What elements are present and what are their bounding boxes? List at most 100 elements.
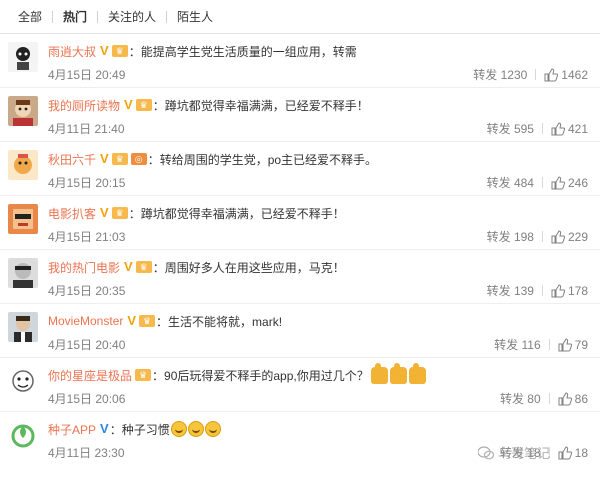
like-count: 18 [574, 445, 588, 460]
laughing-emoji-icon [170, 421, 187, 437]
comment-text: 种子习惯 [121, 422, 170, 437]
colon-separator: ： [156, 314, 169, 329]
thumbs-up-icon [551, 283, 565, 297]
watermark: 鸟哥笔记 [478, 443, 550, 462]
repost-button[interactable]: 转发 116 [494, 336, 540, 353]
comment-timestamp: 4月15日 20:15 [48, 176, 126, 190]
avatar[interactable] [8, 42, 38, 72]
colon-separator: ： [128, 206, 141, 221]
avatar[interactable] [8, 96, 38, 126]
thumbs-up-icon [558, 337, 572, 351]
like-button[interactable]: 229 [551, 230, 588, 244]
thumbs-up-emoji-icon [389, 362, 407, 384]
like-button[interactable]: 18 [558, 446, 588, 460]
comment-text: 能提高学生党生活质量的一组应用，转需 [140, 44, 357, 59]
tab-following[interactable]: 关注的人 [98, 8, 166, 25]
avatar[interactable] [8, 312, 38, 342]
tab-strangers[interactable]: 陌生人 [167, 8, 223, 25]
verified-v-icon: V [100, 421, 109, 436]
username-link[interactable]: 我的热门电影 [48, 259, 120, 276]
like-count: 178 [567, 283, 588, 298]
thumbs-up-emoji-icon [370, 362, 388, 384]
colon-separator: ： [152, 368, 165, 383]
like-button[interactable]: 246 [551, 176, 588, 190]
thumbs-up-emoji-icon [408, 362, 426, 384]
thumbs-up-icon [551, 229, 565, 243]
verified-v-icon: V [124, 97, 133, 112]
action-divider [541, 123, 543, 134]
repost-button[interactable]: 转发 198 [487, 228, 534, 245]
comment-item: 电影扒客 V ♛ ： 蹲坑都觉得幸福满满，已经爱不释手！ 4月15日 21:03… [0, 198, 600, 250]
username-link[interactable]: MovieMonster [48, 314, 123, 328]
tab-hot[interactable]: 热门 [53, 8, 97, 25]
repost-button[interactable]: 转发 1230 [473, 66, 527, 83]
tab-all[interactable]: 全部 [8, 8, 52, 25]
avatar[interactable] [8, 150, 38, 180]
comment-text: 转给周围的学生党，po主已经爱不释手。 [159, 152, 378, 167]
repost-button[interactable]: 转发 595 [487, 120, 534, 137]
repost-button[interactable]: 转发 139 [487, 282, 534, 299]
comment-item: 雨逍大叔 V ♛ ： 能提高学生党生活质量的一组应用，转需 4月15日 20:4… [0, 36, 600, 88]
verified-v-icon: V [127, 313, 137, 328]
like-count: 1462 [561, 67, 588, 82]
comment-item: 你的星座是极品 ♛ ： 90后玩得爱不释手的app,你用过几个？ 4月15日 2… [0, 360, 600, 412]
thumbs-up-icon [551, 121, 565, 135]
comment-item: 我的热门电影 V ♛ ： 周围好多人在用这些应用，马克！ 4月15日 20:35… [0, 252, 600, 304]
comment-text: 生活不能将就，mark! [168, 314, 283, 329]
colon-separator: ： [147, 152, 160, 167]
like-button[interactable]: 421 [551, 122, 588, 136]
comment-item: 秋田六千 V ♛ ◎ ： 转给周围的学生党，po主已经爱不释手。 4月15日 2… [0, 144, 600, 196]
thumbs-up-icon [558, 391, 572, 405]
avatar[interactable] [8, 420, 38, 450]
repost-button[interactable]: 转发 484 [487, 174, 534, 191]
like-button[interactable]: 86 [558, 392, 588, 406]
comment-timestamp: 4月15日 20:06 [48, 392, 126, 406]
username-link[interactable]: 我的厕所读物 [48, 97, 120, 114]
comment-timestamp: 4月15日 20:35 [48, 284, 126, 298]
like-button[interactable]: 178 [551, 284, 588, 298]
like-count: 86 [574, 391, 588, 406]
fan-badge-icon: ◎ [130, 153, 147, 165]
username-link[interactable]: 电影扒客 [48, 205, 96, 222]
avatar[interactable] [8, 258, 38, 288]
comment-item: 我的厕所读物 V ♛ ： 蹲坑都觉得幸福满满，已经爱不释手！ 4月11日 21:… [0, 90, 600, 142]
watermark-text: 鸟哥笔记 [498, 446, 551, 461]
colon-separator: ： [128, 44, 141, 59]
action-divider [548, 393, 550, 404]
comment-timestamp: 4月15日 20:40 [48, 338, 126, 352]
comment-text: 90后玩得爱不释手的app,你用过几个？ [164, 368, 369, 383]
wechat-icon [478, 445, 494, 459]
thumbs-up-icon [551, 175, 565, 189]
colon-separator: ： [152, 98, 165, 113]
comment-timestamp: 4月15日 20:49 [48, 68, 126, 82]
laughing-emoji-icon [187, 421, 204, 437]
verified-v-icon: V [100, 43, 109, 58]
comment-text: 蹲坑都觉得幸福满满，已经爱不释手！ [140, 206, 345, 221]
laughing-emoji-icon [204, 421, 221, 437]
member-level-icon: ♛ [135, 99, 152, 111]
comment-text: 周围好多人在用这些应用，马克！ [164, 260, 345, 275]
member-level-icon: ♛ [111, 153, 128, 165]
member-level-icon: ♛ [111, 45, 128, 57]
repost-button[interactable]: 转发 80 [500, 390, 541, 407]
action-divider [541, 177, 543, 188]
like-button[interactable]: 1462 [544, 68, 588, 82]
username-link[interactable]: 你的星座是极品 [48, 367, 132, 384]
like-count: 421 [567, 121, 588, 136]
verified-v-icon: V [100, 151, 109, 166]
action-divider [548, 339, 550, 350]
username-link[interactable]: 雨逍大叔 [48, 43, 96, 60]
comment-timestamp: 4月11日 21:40 [48, 122, 125, 136]
action-divider [541, 231, 543, 242]
username-link[interactable]: 秋田六千 [48, 151, 96, 168]
member-level-icon: ♛ [135, 261, 152, 273]
avatar[interactable] [8, 204, 38, 234]
member-level-icon: ♛ [139, 315, 156, 327]
like-button[interactable]: 79 [558, 338, 588, 352]
verified-v-icon: V [100, 205, 109, 220]
username-link[interactable]: 种子APP [48, 421, 96, 438]
avatar[interactable] [8, 366, 38, 396]
like-count: 246 [567, 175, 588, 190]
action-divider [541, 285, 543, 296]
comment-timestamp: 4月11日 23:30 [48, 446, 125, 460]
